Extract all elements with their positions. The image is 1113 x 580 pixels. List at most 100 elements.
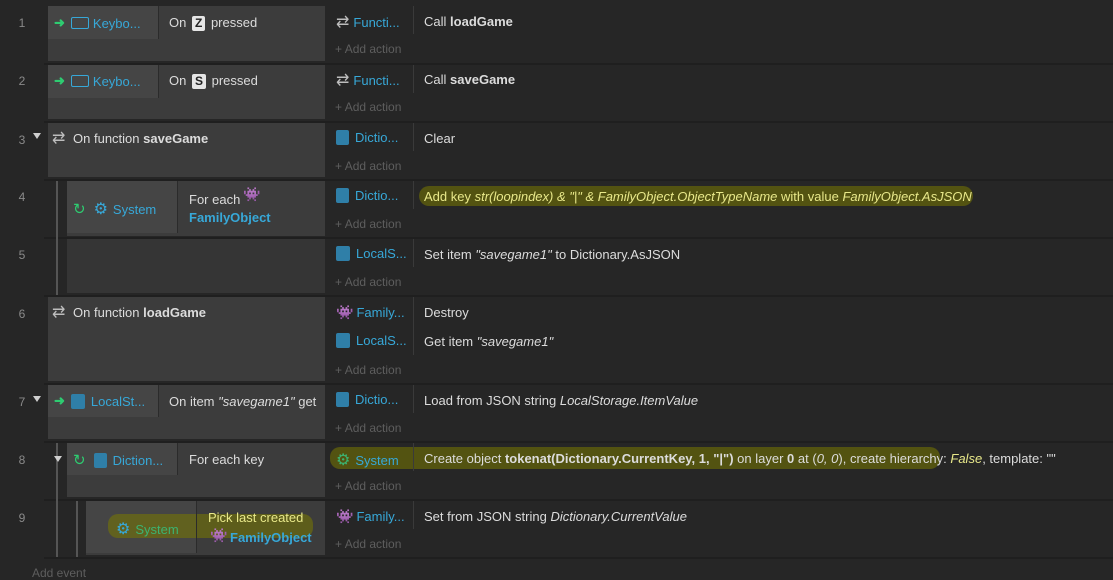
add-event-link[interactable]: Add event [32,566,86,580]
local-storage-icon [336,246,350,261]
event-6-condition-block[interactable]: ⇄ On function loadGame [48,297,325,381]
event-3-condition-block[interactable]: ⇄ On function saveGame [48,123,325,177]
line-number: 1 [18,16,26,30]
collapse-toggle-icon[interactable] [33,133,41,139]
event-7-condition-block[interactable]: ➜ LocalSt... On item "savegame1" get [48,385,325,439]
item-key: "savegame1" [475,247,552,262]
collapse-toggle-icon[interactable] [33,396,41,402]
trigger-arrow-icon: ➜ [54,73,65,88]
condition-object[interactable]: Diction... [113,453,164,468]
event-1-condition-block[interactable]: ➜ Keybo... On Z pressed [48,6,325,61]
condition-text-pre: On function [73,131,140,146]
action-text-post: to Dictionary.AsJSON [555,247,681,262]
action-text[interactable]: Get item "savegame1" [424,334,553,349]
dictionary-icon [336,188,349,203]
add-action-link[interactable]: + Add action [335,217,401,231]
condition-text-post: pressed [211,73,258,88]
loop-icon: ↻ [73,201,86,218]
action-object[interactable]: Dictio... [355,130,398,145]
action-object-cell[interactable]: 👾 Family... [336,304,405,321]
action-object[interactable]: LocalS... [356,333,407,348]
action-object-cell[interactable]: 👾 Family... [336,508,405,525]
system-gear-icon: ⚙ [116,521,131,538]
key-badge: S [191,74,206,89]
action-text-pre: Set from JSON string [424,509,547,524]
function-icon: ⇄ [336,14,350,31]
family-icon: 👾 [336,304,354,320]
action-text[interactable]: Destroy [424,305,469,320]
action-object[interactable]: Dictio... [355,392,398,407]
action-text[interactable]: Load from JSON string LocalStorage.ItemV… [424,393,698,408]
condition-object[interactable]: System [135,522,178,537]
action-text[interactable]: Clear [424,131,455,146]
action-text[interactable]: Set from JSON string Dictionary.CurrentV… [424,509,687,524]
add-action-link[interactable]: + Add action [335,100,401,114]
action-object[interactable]: Functi... [353,73,399,88]
condition-object[interactable]: Keybo... [93,74,141,89]
function-icon: ⇄ [336,72,350,89]
event-5-condition-block[interactable] [67,239,325,293]
condition-text-pre: For each [189,192,241,207]
action-text[interactable]: Set item "savegame1" to Dictionary.AsJSO… [424,247,680,262]
event-8-condition-block[interactable]: ↻ Diction... For each key [67,443,325,497]
action-function-name: loadGame [450,14,513,29]
action-text[interactable]: Call saveGame [424,72,515,87]
indent-bar [76,501,78,557]
key-expression: str(loopindex) & "|" & FamilyObject.Obje… [474,189,778,204]
indent-bar [56,181,58,295]
trigger-arrow-icon: ➜ [54,15,65,30]
condition-object[interactable]: Keybo... [93,16,141,31]
action-text[interactable]: Add key str(loopindex) & "|" & FamilyObj… [424,189,972,204]
action-text-pre: Add key [424,189,471,204]
function-name: loadGame [143,305,207,320]
action-text[interactable]: Create object tokenat(Dictionary.Current… [424,451,1056,466]
condition-object[interactable]: LocalSt... [91,394,145,409]
hierarchy-value: False [950,451,983,466]
event-4-condition-block[interactable]: ↻ ⚙ System For each FamilyObject 👾 [67,181,325,236]
collapse-toggle-icon[interactable] [54,456,62,462]
condition-text-pre: Pick last created [208,510,304,525]
action-function-name: saveGame [450,72,516,87]
action-text[interactable]: Call loadGame [424,14,513,29]
add-action-link[interactable]: + Add action [335,363,401,377]
json-source: LocalStorage.ItemValue [559,393,699,408]
add-action-link[interactable]: + Add action [335,537,401,551]
action-object[interactable]: Family... [356,305,404,320]
event-9-condition-block[interactable]: ⚙ System Pick last created FamilyObject … [86,501,325,555]
condition-text: For each key [189,452,265,467]
json-source: Dictionary.CurrentValue [550,509,687,524]
local-storage-icon [70,393,85,409]
action-object[interactable]: LocalS... [356,246,407,261]
line-number: 5 [18,248,26,262]
add-action-link[interactable]: + Add action [335,42,401,56]
action-object-cell[interactable]: LocalS... [336,246,407,261]
action-object-cell[interactable]: Dictio... [336,188,398,203]
action-object-cell[interactable]: ⇄ Functi... [336,70,400,90]
add-action-link[interactable]: + Add action [335,421,401,435]
action-object-cell[interactable]: LocalS... [336,333,407,348]
action-object-cell[interactable]: ⚙ System [336,450,399,470]
action-object-cell[interactable]: ⇄ Functi... [336,12,400,32]
add-action-link[interactable]: + Add action [335,275,401,289]
item-key: "savegame1" [476,334,554,349]
family-object-name: FamilyObject [189,210,271,225]
dictionary-icon [336,130,349,145]
family-object-name: FamilyObject [230,530,312,545]
system-gear-icon: ⚙ [336,452,351,469]
action-object-cell[interactable]: Dictio... [336,392,398,407]
action-object[interactable]: Functi... [353,15,399,30]
action-object[interactable]: Family... [356,509,404,524]
condition-text-pre: On [169,15,187,30]
family-icon: 👾 [210,527,228,543]
action-object-cell[interactable]: Dictio... [336,130,398,145]
add-action-link[interactable]: + Add action [335,479,401,493]
key-badge: Z [191,16,206,31]
condition-object[interactable]: System [113,202,156,217]
action-text-hierarchy: ), create hierarchy: [838,451,947,466]
add-action-link[interactable]: + Add action [335,159,401,173]
action-object[interactable]: System [355,453,398,468]
event-2-condition-block[interactable]: ➜ Keybo... On S pressed [48,65,325,119]
line-number: 8 [18,453,26,467]
action-object[interactable]: Dictio... [355,188,398,203]
condition-text-post: get [298,394,317,409]
